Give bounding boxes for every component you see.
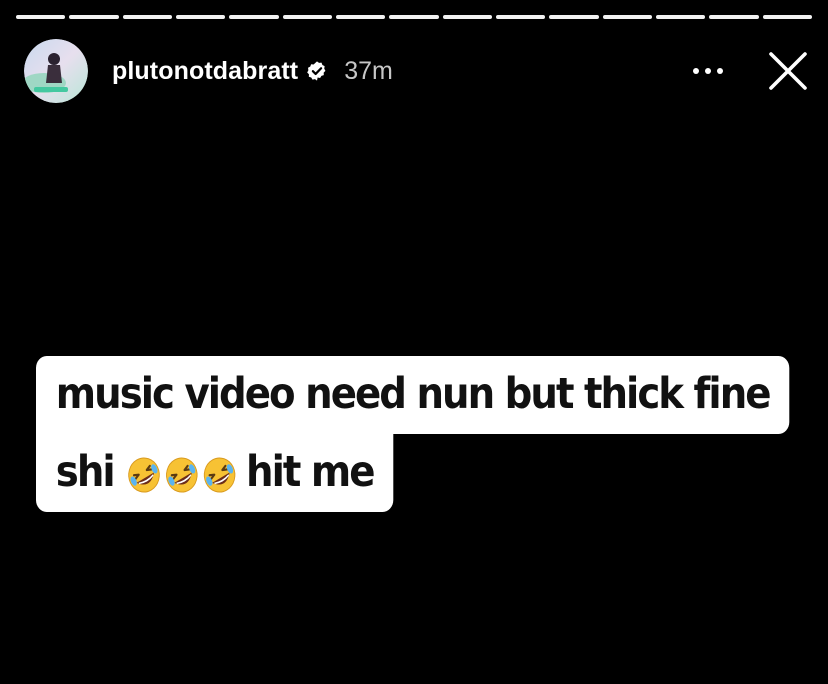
story-header: plutonotdabratt 37m bbox=[24, 38, 810, 104]
caption-text-before-emoji: shi bbox=[55, 447, 116, 497]
avatar[interactable] bbox=[24, 39, 88, 103]
emoji-group bbox=[114, 442, 239, 502]
more-options-icon bbox=[693, 68, 723, 74]
progress-segment bbox=[282, 15, 332, 19]
username[interactable]: plutonotdabratt bbox=[112, 57, 298, 86]
progress-segment bbox=[655, 15, 706, 19]
progress-segment bbox=[335, 15, 386, 19]
progress-segment bbox=[122, 15, 172, 19]
rolling-on-the-floor-laughing-emoji bbox=[204, 457, 236, 492]
caption-line-2: shi hit me bbox=[36, 434, 394, 512]
progress-segment bbox=[709, 15, 759, 19]
close-button[interactable] bbox=[766, 49, 810, 93]
progress-segment bbox=[602, 15, 652, 19]
avatar-image bbox=[24, 39, 88, 103]
progress-segment bbox=[69, 15, 119, 19]
progress-segment bbox=[16, 15, 66, 19]
more-options-button[interactable] bbox=[688, 51, 728, 91]
post-time: 37m bbox=[344, 56, 393, 85]
rolling-on-the-floor-laughing-emoji bbox=[166, 457, 198, 492]
caption-line-1: music video need nun but thick fine bbox=[36, 356, 790, 434]
story-progress-bar bbox=[16, 15, 812, 19]
close-icon bbox=[769, 52, 807, 90]
progress-segment bbox=[389, 15, 439, 19]
rolling-on-the-floor-laughing-emoji bbox=[128, 457, 161, 492]
progress-segment bbox=[229, 15, 279, 19]
progress-segment bbox=[495, 15, 546, 19]
caption-text-after-emoji: hit me bbox=[246, 447, 375, 497]
verified-badge-icon bbox=[307, 61, 326, 81]
progress-segment bbox=[762, 15, 812, 19]
progress-segment bbox=[549, 15, 599, 19]
progress-segment bbox=[442, 15, 492, 19]
story-caption: music video need nun but thick fine shi … bbox=[36, 356, 790, 512]
progress-segment bbox=[175, 15, 226, 19]
